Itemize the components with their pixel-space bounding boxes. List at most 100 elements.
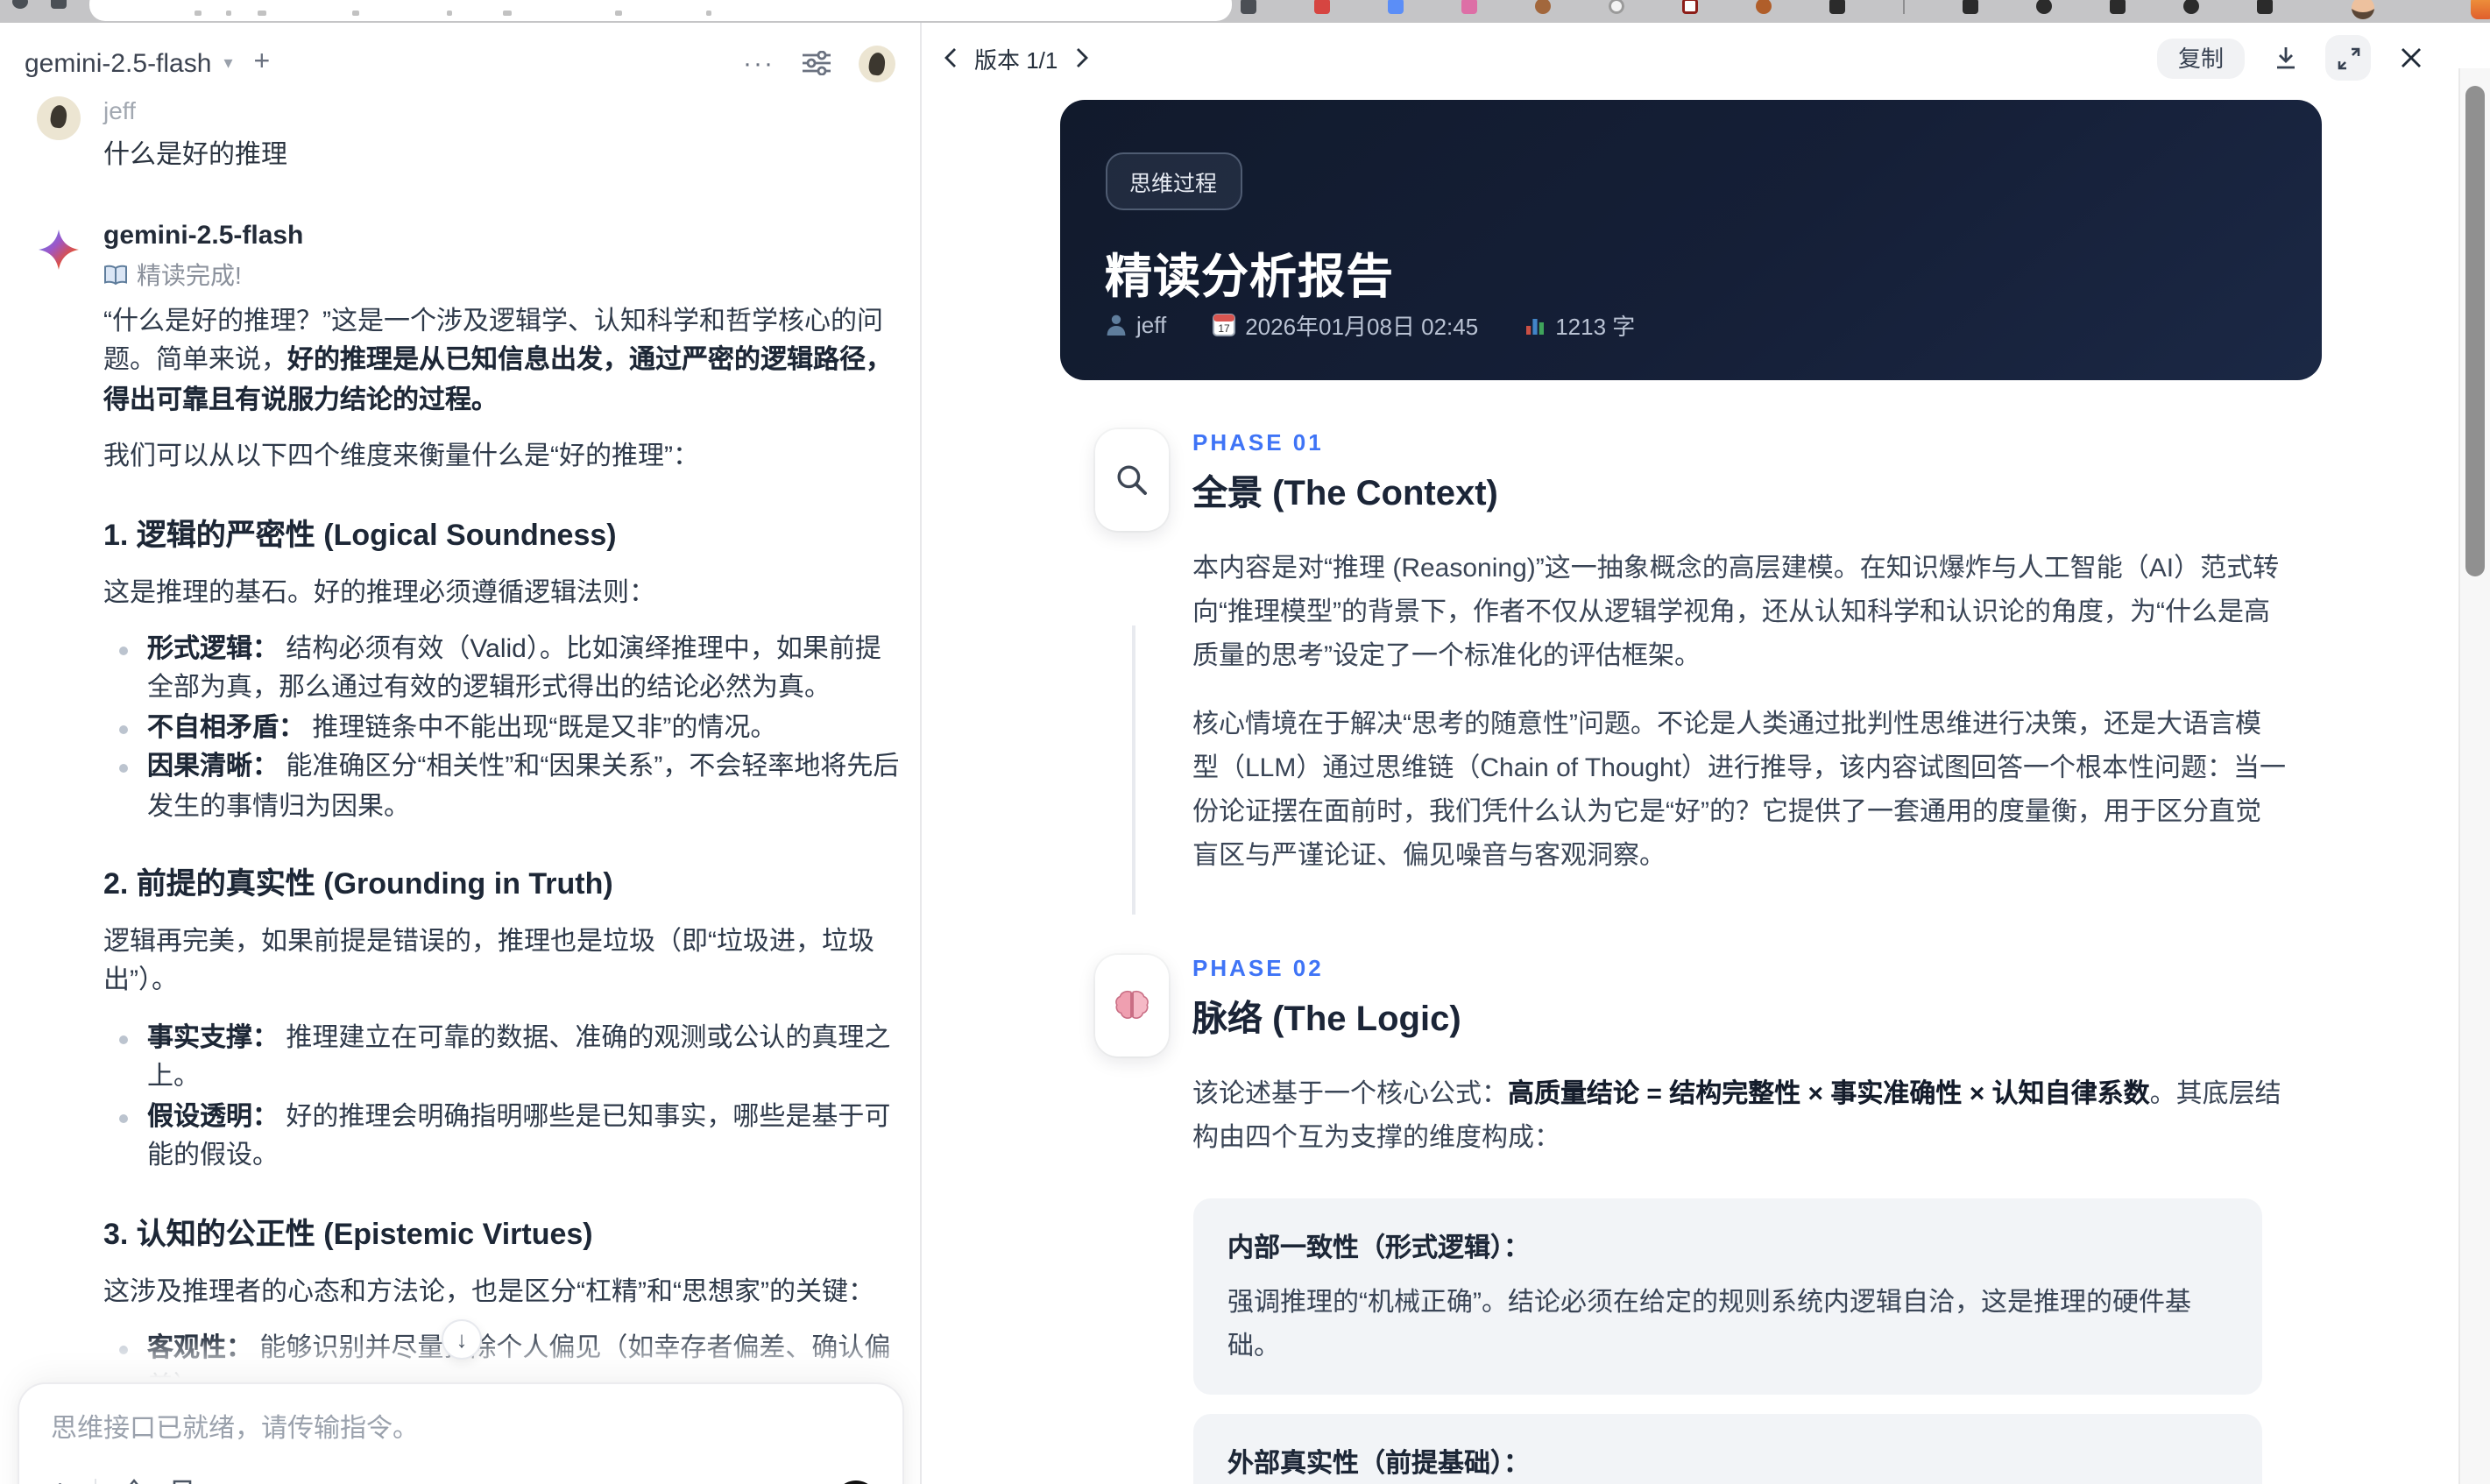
paragraph: 这是推理的基石。好的推理必须遵循逻辑法则： [103, 577, 656, 608]
model-selector[interactable]: gemini-2.5-flash [25, 48, 211, 78]
browser-extension-icon[interactable] [1535, 0, 1551, 14]
phase-label: PHASE 01 [1192, 429, 1324, 456]
brain-icon [1094, 955, 1168, 1056]
chat-header: gemini-2.5-flash ▾ + ··· [0, 37, 920, 89]
model-settings-icon[interactable] [803, 51, 831, 75]
phase-label: PHASE 02 [1192, 955, 1324, 981]
gemini-logo-icon [39, 230, 79, 270]
phase-paragraph: 该论述基于一个核心公式：高质量结论 = 结构完整性 × 事实准确性 × 认知自律… [1192, 1079, 2281, 1153]
user-icon [1105, 314, 1126, 336]
logic-card-2: 外部真实性（前提基础）： 强调推理的“经验校准”。解决“GIGO（垃圾进，垃圾出… [1192, 1414, 2261, 1484]
paragraph: 逻辑再完美，如果前提是错误的，推理也是垃圾（即“垃圾进，垃圾出”）。 [103, 927, 874, 996]
list-item: 因果清晰： 能准确区分“相关性”和“因果关系”，不会轻率地将先后发生的事情归为因… [103, 749, 904, 828]
card-body: 强调推理的“机械正确”。结论必须在给定的规则系统内逻辑自洽，这是推理的硬件基础。 [1227, 1288, 2191, 1361]
browser-extension-icon[interactable] [1388, 0, 1404, 14]
artifact-content: 思维过程 精读分析报告 jeff 17 2026年01月08日 02:45 12… [922, 75, 2458, 1484]
report-meta: jeff 17 2026年01月08日 02:45 1213 字 [1105, 308, 1635, 342]
bookmark-icon[interactable] [171, 1478, 192, 1484]
extension-divider [1903, 0, 1905, 14]
more-options-button[interactable]: ··· [743, 50, 775, 76]
browser-extension-icon[interactable] [1829, 0, 1845, 14]
prev-version-button[interactable] [943, 47, 959, 68]
screenshot-viewport: gemini-2.5-flash ▾ + ··· jeff 什么是好的推理 ge… [0, 0, 2490, 1484]
phase-section-1: PHASE 01 全景 (The Context) 本内容是对“推理 (Reas… [1059, 429, 2321, 902]
extension-strip [1241, 0, 2331, 23]
browser-profile-avatar[interactable] [2352, 0, 2374, 19]
screen: gemini-2.5-flash ▾ + ··· jeff 什么是好的推理 ge… [0, 0, 2490, 1484]
list-item: 假设透明： 好的推理会明确指明哪些是已知事实，哪些是基于可能的假设。 [103, 1098, 904, 1177]
browser-extension-icon[interactable] [2257, 0, 2273, 14]
user-message-text: 什么是好的推理 [103, 140, 288, 170]
skills-icon[interactable] [120, 1478, 146, 1484]
user-message-name: jeff [103, 96, 136, 124]
phase-title: 脉络 (The Logic) [1192, 1000, 1461, 1039]
magnifier-icon [1094, 429, 1168, 531]
bullet-list: 事实支撑： 推理建立在可靠的数据、准确的观测或公认的真理之上。 假设透明： 好的… [103, 1020, 904, 1177]
browser-extension-icon[interactable] [1241, 0, 1256, 14]
message-composer: 思维接口已就绪，请传输指令。 + [18, 1382, 904, 1484]
paragraph: “什么是好的推理？”这是一个涉及逻辑学、认知科学和哲学核心的问题。简单来说，好的… [103, 307, 893, 415]
phase-section-2: PHASE 02 脉络 (The Logic) 该论述基于一个核心公式：高质量结… [1059, 955, 2321, 1484]
svg-text:17: 17 [1218, 322, 1230, 335]
book-icon [103, 265, 128, 286]
list-item: 不自相矛盾： 推理链条中不能出现“既是又非”的情况。 [103, 710, 904, 749]
scroll-to-bottom-button[interactable]: ↓ [442, 1319, 482, 1360]
hero-badge: 思维过程 [1105, 152, 1242, 210]
artifact-panel: 版本 1/1 复制 思维过程 精读分析报告 jeff 17 2026年01月08… [922, 23, 2490, 1484]
attach-button[interactable]: + [51, 1475, 69, 1484]
section-heading: 3. 认知的公正性 (Epistemic Virtues) [103, 1217, 593, 1250]
artifact-toolbar: 版本 1/1 复制 [922, 33, 2455, 82]
browser-extension-icon[interactable] [1314, 0, 1330, 14]
scrollbar-track[interactable] [2458, 68, 2490, 1484]
section-heading: 2. 前提的真实性 (Grounding in Truth) [103, 867, 613, 901]
phase-title: 全景 (The Context) [1192, 475, 1498, 513]
version-label: 版本 1/1 [974, 46, 1058, 73]
download-button[interactable] [2262, 35, 2308, 81]
voice-input-button[interactable] [834, 1480, 878, 1484]
expand-button[interactable] [2325, 35, 2371, 81]
chevron-down-icon[interactable]: ▾ [223, 53, 232, 73]
word-count-icon [1524, 314, 1545, 336]
phase-paragraph: 本内容是对“推理 (Reasoning)”这一抽象概念的高层建模。在知识爆炸与人… [1192, 554, 2280, 671]
bullet-list: 形式逻辑： 结构必须有效（Valid）。比如演绎推理中，如果前提全部为真，那么通… [103, 631, 904, 827]
scrollbar-thumb[interactable] [2465, 86, 2485, 576]
browser-extension-icon[interactable] [1682, 0, 1698, 14]
user-avatar[interactable] [859, 45, 895, 81]
chat-panel: gemini-2.5-flash ▾ + ··· jeff 什么是好的推理 ge… [0, 23, 922, 1484]
assistant-message-body: “什么是好的推理？”这是一个涉及逻辑学、认知科学和哲学核心的问题。简单来说，好的… [103, 286, 904, 1484]
report-title: 精读分析报告 [1105, 251, 1394, 303]
browser-address-bar[interactable] [89, 0, 1232, 21]
phase-paragraph: 核心情境在于解决“思考的随意性”问题。不论是人类通过批判性思维进行决策，还是大语… [1192, 710, 2286, 871]
author-meta: jeff [1105, 312, 1166, 338]
browser-extension-icon[interactable] [2036, 0, 2052, 14]
composer-divider [94, 1479, 96, 1484]
browser-extension-icon[interactable] [1756, 0, 1772, 14]
browser-extension-icon[interactable] [1963, 0, 1978, 14]
browser-corner-icon[interactable] [2471, 0, 2490, 19]
calendar-icon: 17 [1212, 314, 1235, 336]
message-input[interactable]: 思维接口已就绪，请传输指令。 [51, 1409, 871, 1445]
report-hero: 思维过程 精读分析报告 jeff 17 2026年01月08日 02:45 12… [1059, 100, 2321, 380]
word-count-meta: 1213 字 [1524, 308, 1635, 342]
browser-extension-icon[interactable] [2110, 0, 2126, 14]
card-title: 外部真实性（前提基础）： [1227, 1449, 1531, 1479]
browser-extension-icon[interactable] [1609, 0, 1624, 14]
browser-extension-icon[interactable] [1461, 0, 1477, 14]
browser-reload-icon[interactable] [12, 0, 28, 9]
browser-apps-icon[interactable] [51, 0, 67, 9]
logic-card-1: 内部一致性（形式逻辑）： 强调推理的“机械正确”。结论必须在给定的规则系统内逻辑… [1192, 1198, 2261, 1395]
list-item: 事实支撑： 推理建立在可靠的数据、准确的观测或公认的真理之上。 [103, 1020, 904, 1099]
copy-button[interactable]: 复制 [2156, 38, 2245, 78]
date-meta: 17 2026年01月08日 02:45 [1212, 308, 1478, 342]
paragraph: 这涉及推理者的心态和方法论，也是区分“杠精”和“思想家”的关键： [103, 1276, 874, 1306]
section-heading: 1. 逻辑的严密性 (Logical Soundness) [103, 518, 617, 552]
card-title: 内部一致性（形式逻辑）： [1227, 1233, 1531, 1263]
close-button[interactable] [2388, 35, 2434, 81]
next-version-button[interactable] [1073, 47, 1089, 68]
app-window: gemini-2.5-flash ▾ + ··· jeff 什么是好的推理 ge… [0, 23, 2490, 1484]
browser-toolbar [0, 0, 2490, 23]
user-message-avatar [37, 96, 81, 140]
paragraph: 我们可以从以下四个维度来衡量什么是“好的推理”： [103, 442, 699, 472]
new-chat-button[interactable]: + [254, 48, 271, 77]
browser-extension-icon[interactable] [2183, 0, 2199, 14]
